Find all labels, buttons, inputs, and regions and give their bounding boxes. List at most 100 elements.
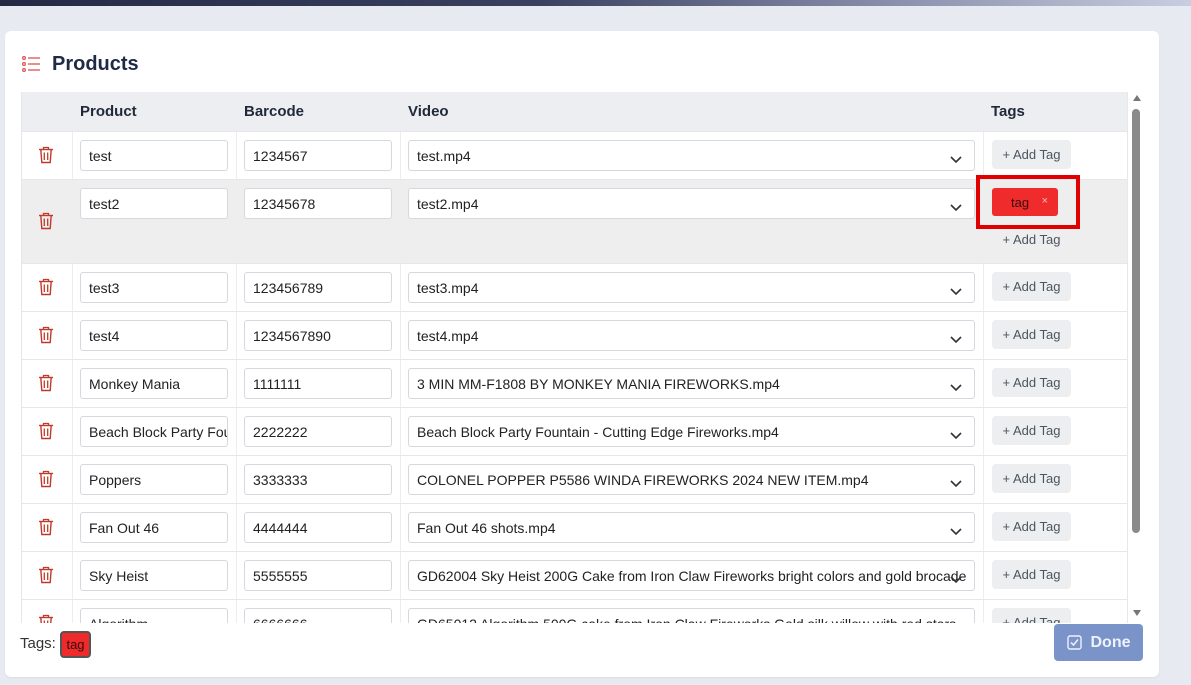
trash-icon[interactable] <box>38 422 54 440</box>
barcode-input[interactable]: 4444444 <box>244 512 392 543</box>
column-divider <box>72 408 73 455</box>
panel-header: Products <box>22 51 139 77</box>
column-header-tags: Tags <box>991 103 1025 120</box>
column-divider <box>236 456 237 503</box>
video-select[interactable]: test2.mp4 <box>408 188 975 219</box>
add-tag-button[interactable]: + Add Tag <box>992 608 1071 623</box>
scroll-up-arrow[interactable] <box>1133 95 1141 101</box>
add-tag-button[interactable]: + Add Tag <box>992 416 1071 445</box>
trash-icon[interactable] <box>38 278 54 296</box>
chevron-down-icon <box>950 571 962 584</box>
footer-tags-label: Tags: <box>20 635 56 652</box>
product-name-input[interactable]: test4 <box>80 320 228 351</box>
column-divider <box>400 600 401 623</box>
column-divider <box>983 312 984 359</box>
column-divider <box>72 360 73 407</box>
video-select[interactable]: test4.mp4 <box>408 320 975 351</box>
barcode-input[interactable]: 123456789 <box>244 272 392 303</box>
checkbox-icon <box>1066 635 1082 650</box>
barcode-input[interactable]: 12345678 <box>244 188 392 219</box>
scroll-thumb[interactable] <box>1132 109 1140 533</box>
barcode-input[interactable]: 1234567890 <box>244 320 392 351</box>
column-divider <box>72 312 73 359</box>
column-divider <box>983 456 984 503</box>
product-name-input[interactable]: Fan Out 46 <box>80 512 228 543</box>
scroll-down-arrow[interactable] <box>1133 610 1141 616</box>
column-divider <box>983 360 984 407</box>
video-select[interactable]: COLONEL POPPER P5586 WINDA FIREWORKS 202… <box>408 464 975 495</box>
footer-tag-chip[interactable]: tag <box>60 631 91 658</box>
table-row: Poppers 3333333 COLONEL POPPER P5586 WINDA… <box>22 455 1127 503</box>
column-divider <box>400 408 401 455</box>
table-scrollbar[interactable] <box>1130 93 1142 618</box>
table-row: test 1234567 test.mp4 + Add Tag <box>22 131 1127 179</box>
video-select[interactable]: GD62004 Sky Heist 200G Cake from Iron Cl… <box>408 560 975 591</box>
column-divider <box>400 504 401 551</box>
video-select-value: COLONEL POPPER P5586 WINDA FIREWORKS 202… <box>417 471 869 488</box>
table-body: test 1234567 test.mp4 + Add Tag test2 1234567… <box>22 131 1127 623</box>
table-row: Monkey Mania 1111111 3 MIN MM-F1808 BY MON… <box>22 359 1127 407</box>
done-button[interactable]: Done <box>1054 624 1143 661</box>
trash-icon[interactable] <box>38 374 54 392</box>
column-divider <box>400 180 401 263</box>
table-row: test4 1234567890 test4.mp4 + Add Tag <box>22 311 1127 359</box>
column-divider <box>983 264 984 311</box>
table-row: test3 123456789 test3.mp4 + Add Tag <box>22 263 1127 311</box>
video-select-value: Beach Block Party Fountain - Cutting Edg… <box>417 423 779 440</box>
add-tag-button[interactable]: + Add Tag <box>992 560 1071 589</box>
column-header-product: Product <box>80 103 137 120</box>
trash-icon[interactable] <box>38 566 54 584</box>
column-divider <box>72 552 73 599</box>
column-divider <box>236 552 237 599</box>
column-divider <box>236 504 237 551</box>
column-divider <box>400 264 401 311</box>
barcode-input[interactable]: 1234567 <box>244 140 392 171</box>
trash-icon[interactable] <box>38 212 54 230</box>
product-name-input[interactable]: test <box>80 140 228 171</box>
table-header: Product Barcode Video Tags <box>22 92 1127 131</box>
product-name-input[interactable]: Monkey Mania <box>80 368 228 399</box>
product-name-input[interactable]: test2 <box>80 188 228 219</box>
product-name-input[interactable]: Poppers <box>80 464 228 495</box>
video-select[interactable]: test.mp4 <box>408 140 975 171</box>
add-tag-button[interactable]: + Add Tag <box>992 512 1071 541</box>
barcode-input[interactable]: 2222222 <box>244 416 392 447</box>
add-tag-button[interactable]: + Add Tag <box>992 368 1071 397</box>
add-tag-button[interactable]: + Add Tag <box>992 225 1071 254</box>
add-tag-button[interactable]: + Add Tag <box>992 272 1071 301</box>
column-divider <box>236 312 237 359</box>
video-select[interactable]: Beach Block Party Fountain - Cutting Edg… <box>408 416 975 447</box>
add-tag-button[interactable]: + Add Tag <box>992 140 1071 169</box>
trash-icon[interactable] <box>38 326 54 344</box>
trash-icon[interactable] <box>38 518 54 536</box>
list-icon <box>22 56 40 72</box>
video-select-value: Fan Out 46 shots.mp4 <box>417 519 556 536</box>
video-select[interactable]: Fan Out 46 shots.mp4 <box>408 512 975 543</box>
trash-icon[interactable] <box>38 470 54 488</box>
barcode-input[interactable]: 6666666 <box>244 608 392 623</box>
chevron-down-icon <box>950 523 962 536</box>
column-divider <box>72 180 73 263</box>
barcode-input[interactable]: 5555555 <box>244 560 392 591</box>
column-divider <box>236 132 237 179</box>
video-select[interactable]: GD65012 Algorithm 500G cake from Iron Cl… <box>408 608 975 623</box>
column-divider <box>983 408 984 455</box>
column-divider <box>72 132 73 179</box>
video-select[interactable]: test3.mp4 <box>408 272 975 303</box>
product-name-input[interactable]: test3 <box>80 272 228 303</box>
product-name-input[interactable]: Algorithm <box>80 608 228 623</box>
video-select-value: 3 MIN MM-F1808 BY MONKEY MANIA FIREWORKS… <box>417 375 780 392</box>
trash-icon[interactable] <box>38 146 54 164</box>
column-divider <box>236 360 237 407</box>
product-name-input[interactable]: Sky Heist <box>80 560 228 591</box>
barcode-input[interactable]: 1111111 <box>244 368 392 399</box>
add-tag-button[interactable]: + Add Tag <box>992 464 1071 493</box>
barcode-input[interactable]: 3333333 <box>244 464 392 495</box>
video-select[interactable]: 3 MIN MM-F1808 BY MONKEY MANIA FIREWORKS… <box>408 368 975 399</box>
add-tag-button[interactable]: + Add Tag <box>992 320 1071 349</box>
trash-icon[interactable] <box>38 614 54 623</box>
product-name-input[interactable]: Beach Block Party Fou <box>80 416 228 447</box>
column-divider <box>400 312 401 359</box>
column-divider <box>72 264 73 311</box>
chevron-down-icon <box>950 379 962 392</box>
